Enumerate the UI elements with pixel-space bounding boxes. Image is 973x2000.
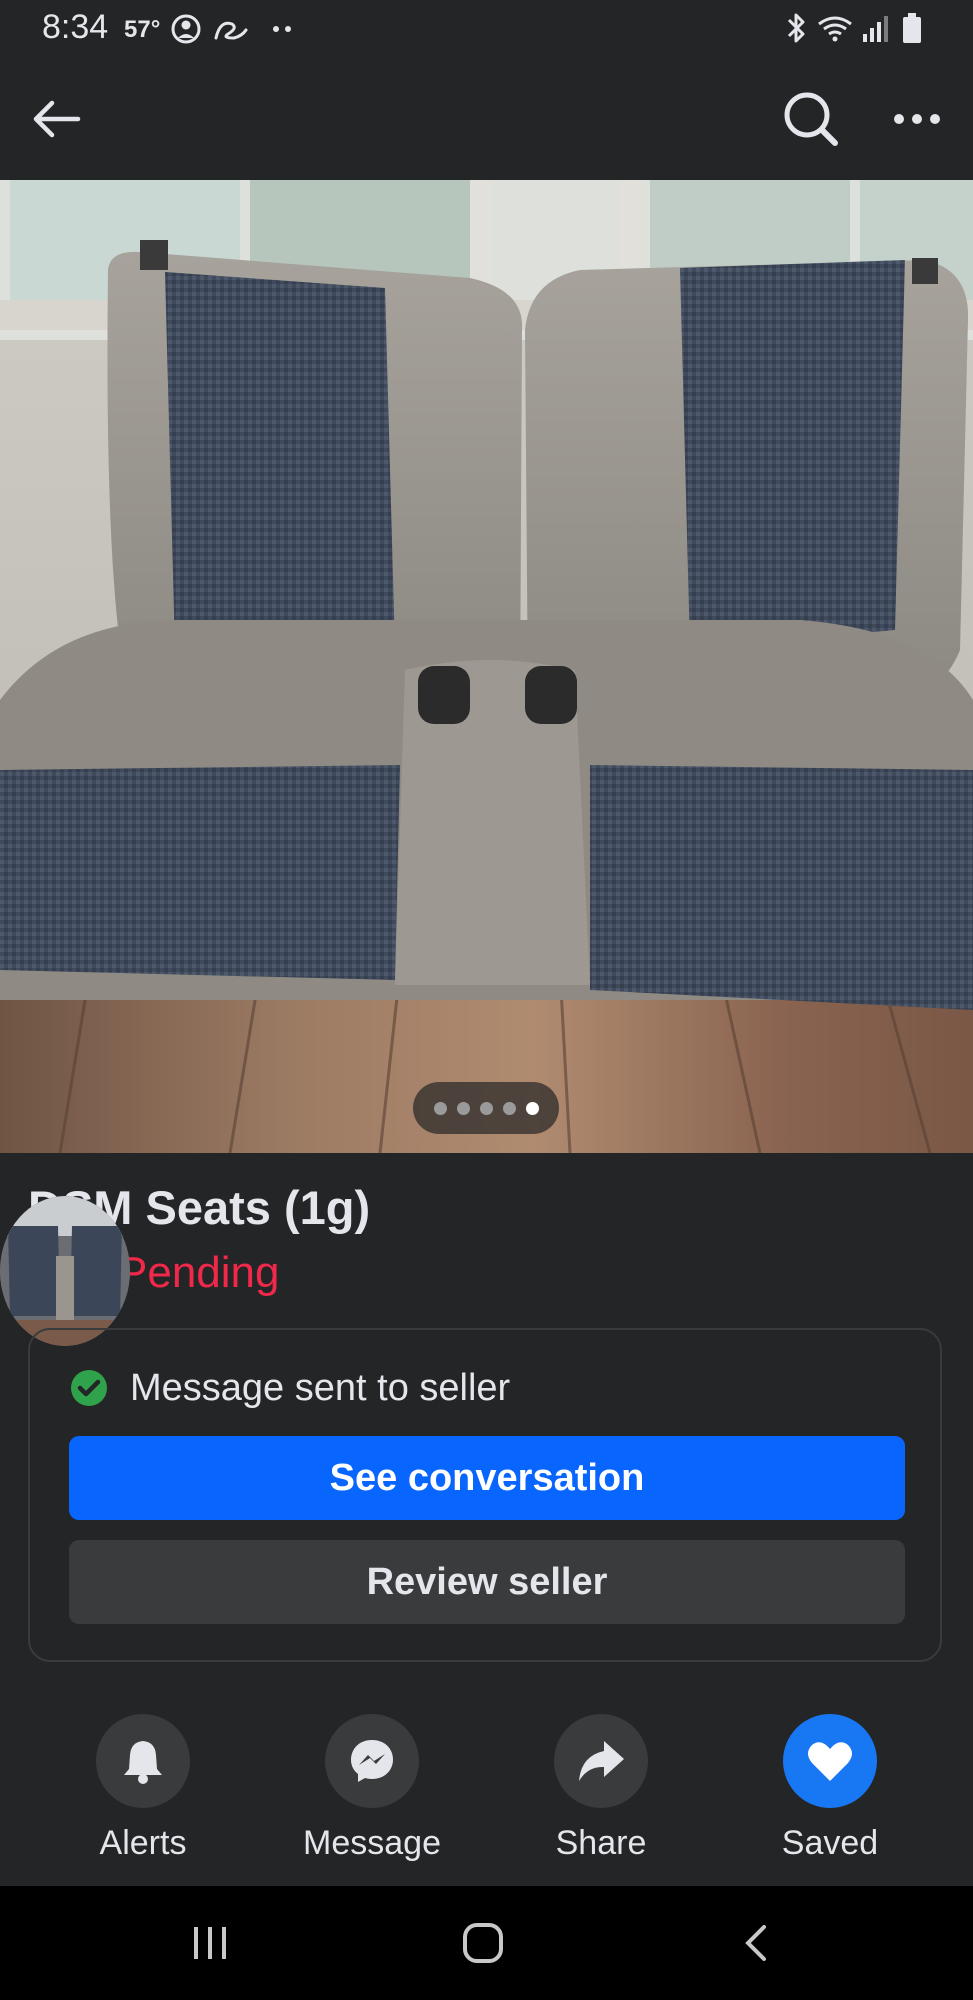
share-icon [579,1741,624,1781]
dots-icon [273,26,279,32]
pager-dot-active [525,1101,539,1115]
home-button[interactable] [443,1910,523,1976]
check-circle-icon [71,1370,107,1406]
status-time: 8:34 [42,8,109,46]
photo-pager[interactable] [413,1082,559,1134]
pager-dot [479,1101,493,1115]
status-bar: 8:34 57° [0,0,973,58]
app-icon [214,21,248,40]
back-nav-button[interactable] [715,1910,795,1976]
share-circle [554,1714,648,1808]
wifi-icon [818,16,852,42]
bell-icon [124,1741,162,1784]
battery-icon [903,13,921,43]
seats-photo [0,180,973,1153]
listing-status: Pending [118,1248,280,1297]
status-temperature: 57° [124,16,161,43]
listing-photo[interactable] [0,180,973,1153]
system-nav-bar [0,1886,973,2000]
back-arrow-icon [33,100,81,138]
message-circle [325,1714,419,1808]
bluetooth-icon [787,13,805,43]
status-left-icons [171,14,291,44]
message-label: Message [303,1824,441,1862]
home-icon [463,1923,503,1963]
saved-circle [783,1714,877,1808]
signal-icon [863,16,888,42]
action-bar: Alerts Message Share Saved [0,1700,973,1886]
saved-button[interactable]: Saved [735,1700,925,1886]
heart-icon [808,1742,852,1781]
share-button[interactable]: Share [506,1700,696,1886]
pager-dot [502,1101,516,1115]
message-sent-line: Message sent to seller [70,1366,511,1409]
back-button[interactable] [22,84,92,154]
alerts-circle [96,1714,190,1808]
message-sent-text: Message sent to seller [130,1366,511,1409]
share-label: Share [555,1824,647,1862]
avatar[interactable] [0,1196,130,1346]
messenger-icon [351,1740,393,1782]
more-options-button[interactable] [882,84,952,154]
search-icon [784,92,838,146]
more-icon [894,114,940,124]
status-right-icons [787,13,921,43]
recent-apps-button[interactable] [170,1910,250,1976]
recent-apps-icon [194,1927,226,1959]
review-seller-button[interactable]: Review seller [69,1540,905,1624]
alerts-label: Alerts [99,1824,187,1862]
pager-dot [456,1101,470,1115]
message-button[interactable]: Message [277,1700,467,1886]
back-chevron-icon [745,1925,766,1961]
avatar-thumbnail [0,1196,130,1346]
pager-dot [433,1101,447,1115]
search-button[interactable] [776,84,846,154]
see-conversation-button[interactable]: See conversation [69,1436,905,1520]
top-nav [0,58,973,180]
saved-label: Saved [781,1824,879,1862]
alerts-button[interactable]: Alerts [48,1700,238,1886]
